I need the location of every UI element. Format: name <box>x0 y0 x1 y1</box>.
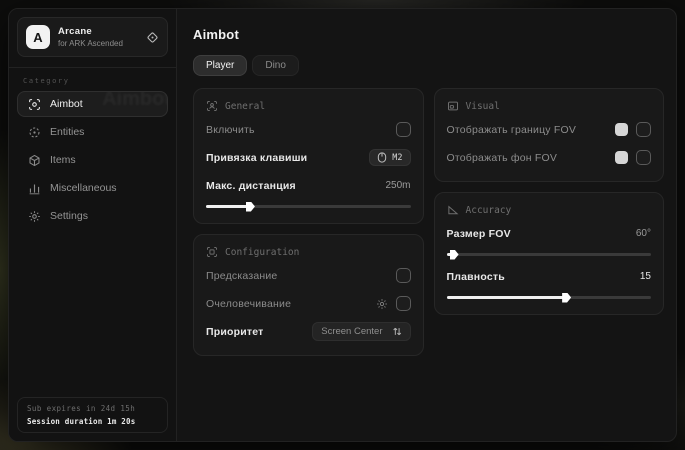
triangle-ruler-icon <box>447 204 459 216</box>
fov-background-color-swatch[interactable] <box>615 151 628 164</box>
active-item-ghost-text: Aimbot <box>102 91 168 111</box>
priority-label: Приоритет <box>206 326 263 338</box>
enable-checkbox[interactable] <box>396 122 411 137</box>
card-title: Accuracy <box>466 205 512 216</box>
tab-bar: Player Dino <box>193 55 664 76</box>
prediction-label: Предсказание <box>206 270 277 282</box>
tab-player[interactable]: Player <box>193 55 247 76</box>
sidebar-item-label: Items <box>50 154 76 166</box>
divider <box>9 67 176 68</box>
fov-border-checkbox[interactable] <box>636 122 651 137</box>
card-general: General Включить Привязка клавиши <box>193 88 424 224</box>
box-scan-icon <box>206 246 218 258</box>
sidebar-item-items[interactable]: Items <box>17 147 168 173</box>
card-accuracy: Accuracy Размер FOV 60° Плавность <box>434 192 665 315</box>
updown-arrows-icon <box>392 326 402 337</box>
slider-thumb[interactable] <box>562 293 571 303</box>
right-column: Visual Отображать границу FOV Отображать… <box>434 88 665 315</box>
sidebar-item-aimbot[interactable]: Aimbot Aimbot <box>17 91 168 117</box>
priority-selected-value: Screen Center <box>321 326 382 337</box>
fov-size-value: 60° <box>636 228 651 239</box>
item-box-icon <box>28 154 41 167</box>
card-title: Configuration <box>225 247 299 258</box>
card-configuration: Configuration Предсказание Очеловечивани… <box>193 234 424 356</box>
sidebar-item-entities[interactable]: Entities <box>17 119 168 145</box>
misc-chart-icon <box>28 182 41 195</box>
fov-background-checkbox[interactable] <box>636 150 651 165</box>
smoothness-label: Плавность <box>447 271 505 283</box>
sidebar-item-label: Miscellaneous <box>50 182 117 194</box>
gear-icon <box>28 210 41 223</box>
main-content: Aimbot Player Dino <box>177 9 676 441</box>
slider-thumb[interactable] <box>450 250 459 260</box>
app-header: A Arcane for ARK Ascended <box>17 17 168 57</box>
crosshair-scan-icon <box>28 98 41 111</box>
app-logo: A <box>26 25 50 49</box>
humanization-settings-gear-icon[interactable] <box>376 298 388 310</box>
sidebar: A Arcane for ARK Ascended Category <box>9 9 177 441</box>
app-name: Arcane <box>58 26 123 37</box>
enable-label: Включить <box>206 124 255 136</box>
smoothness-slider[interactable] <box>447 296 652 299</box>
keybind-button[interactable]: M2 <box>369 149 410 166</box>
keybind-label: Привязка клавиши <box>206 152 307 164</box>
subscription-info: Sub expires in 24d 15h Session duration … <box>17 397 168 433</box>
sidebar-item-label: Entities <box>50 126 84 138</box>
fov-border-color-swatch[interactable] <box>615 123 628 136</box>
prediction-checkbox[interactable] <box>396 268 411 283</box>
fov-background-label: Отображать фон FOV <box>447 152 558 164</box>
card-title: Visual <box>466 101 500 112</box>
smoothness-value: 15 <box>640 271 651 282</box>
entities-target-icon <box>28 126 41 139</box>
sub-expires-text: Sub expires in 24d 15h <box>27 404 158 413</box>
sidebar-item-miscellaneous[interactable]: Miscellaneous <box>17 175 168 201</box>
sidebar-item-settings[interactable]: Settings <box>17 203 168 229</box>
game-background: A Arcane for ARK Ascended Category <box>0 0 685 450</box>
card-visual: Visual Отображать границу FOV Отображать… <box>434 88 665 182</box>
sidebar-item-label: Settings <box>50 210 88 222</box>
mouse-icon <box>377 152 387 163</box>
humanization-checkbox[interactable] <box>396 296 411 311</box>
max-distance-label: Макс. дистанция <box>206 180 296 192</box>
user-scan-icon <box>206 100 218 112</box>
left-column: General Включить Привязка клавиши <box>193 88 424 356</box>
category-label: Category <box>23 77 162 85</box>
keybind-value: M2 <box>392 153 402 163</box>
tab-dino[interactable]: Dino <box>252 55 299 76</box>
humanization-label: Очеловечивание <box>206 298 291 310</box>
app-title-block: Arcane for ARK Ascended <box>58 26 123 48</box>
cheat-menu-window: A Arcane for ARK Ascended Category <box>8 8 677 442</box>
fov-size-label: Размер FOV <box>447 228 511 240</box>
max-distance-slider[interactable] <box>206 205 411 208</box>
fov-border-label: Отображать границу FOV <box>447 124 577 136</box>
max-distance-value: 250m <box>385 180 410 191</box>
slider-thumb[interactable] <box>246 202 255 212</box>
session-duration-text: Session duration 1m 20s <box>27 417 158 426</box>
page-title: Aimbot <box>193 27 664 42</box>
card-title: General <box>225 101 265 112</box>
priority-select[interactable]: Screen Center <box>312 322 410 341</box>
fov-size-slider[interactable] <box>447 253 652 256</box>
app-subtitle: for ARK Ascended <box>58 39 123 48</box>
focus-diamond-icon[interactable] <box>146 31 159 44</box>
sidebar-item-label: Aimbot <box>50 98 83 110</box>
visual-frame-icon <box>447 100 459 112</box>
